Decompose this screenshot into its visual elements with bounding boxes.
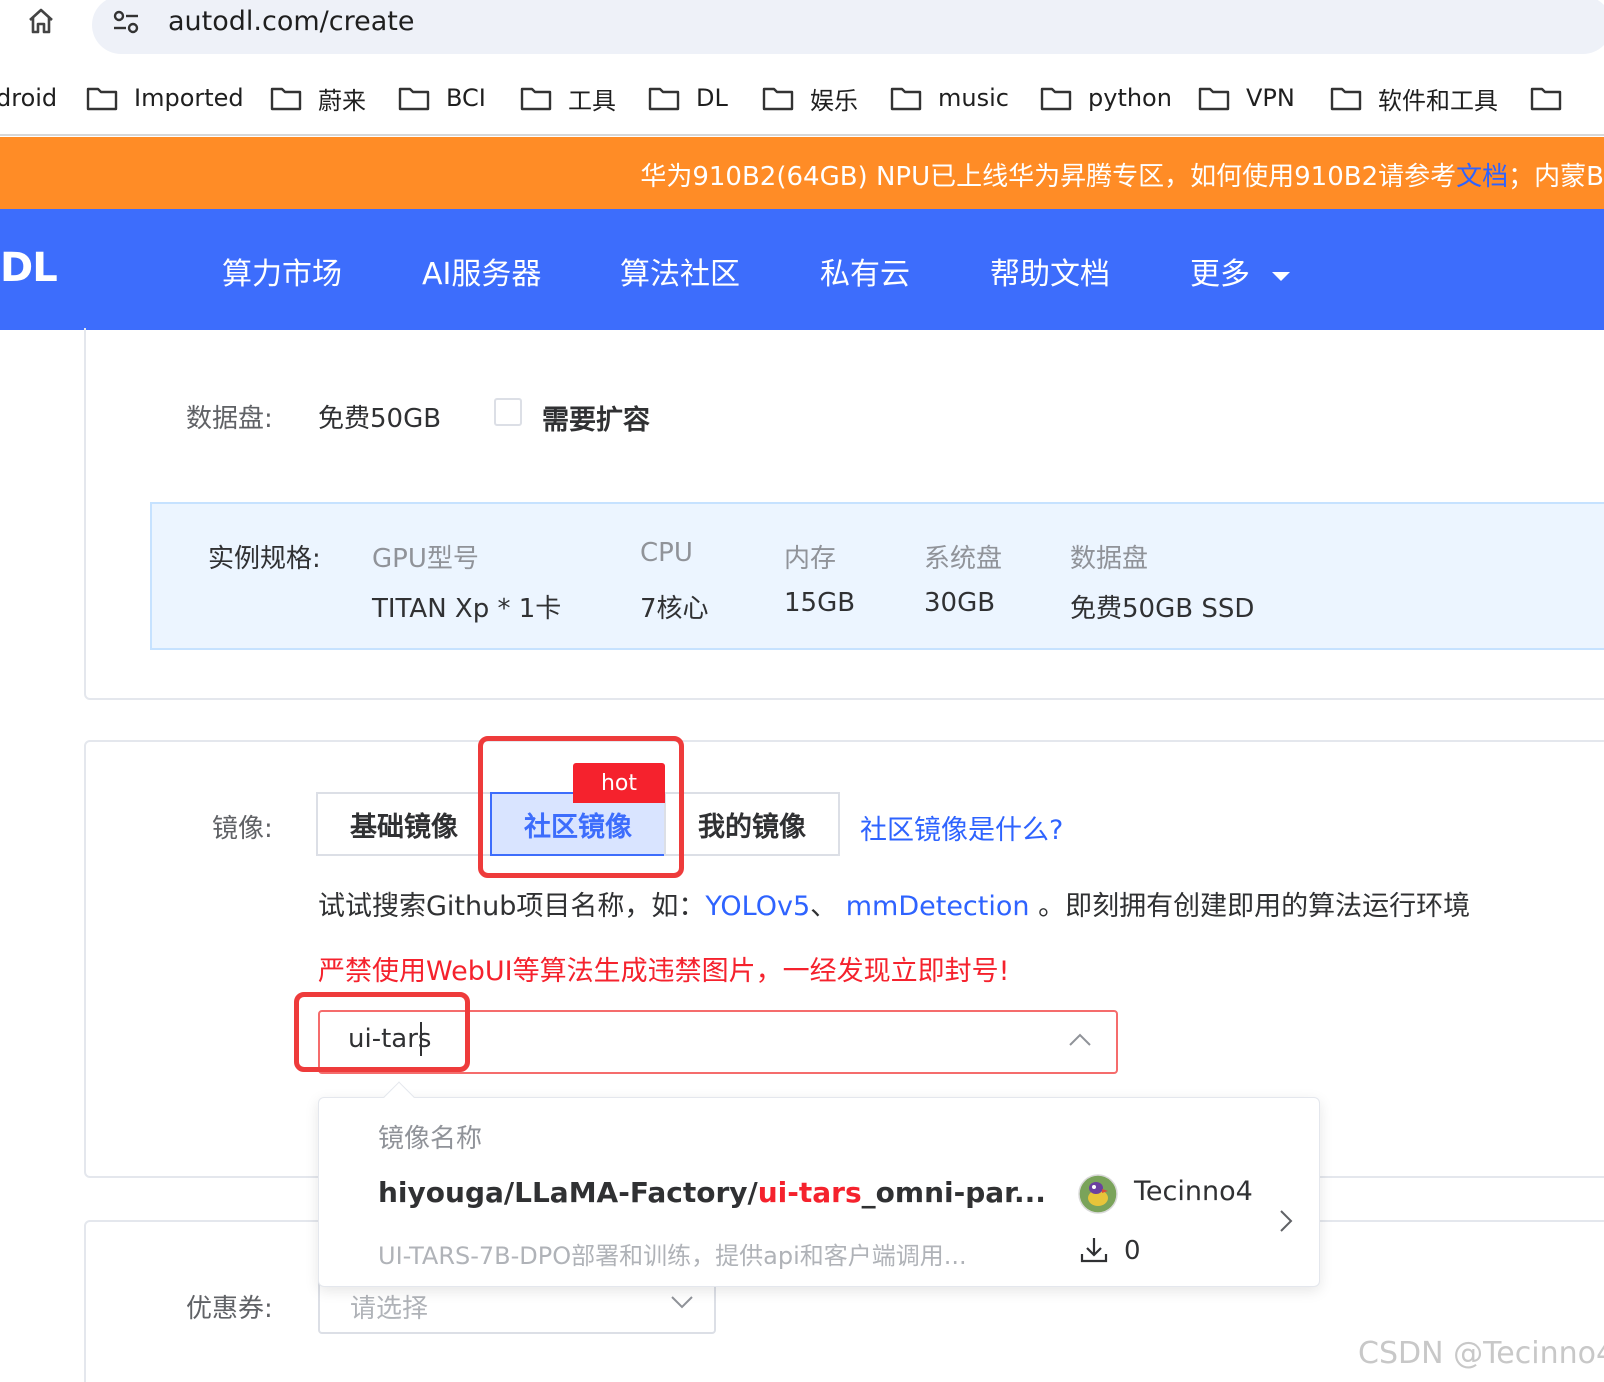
- folder-icon: [762, 87, 794, 111]
- nav-item-help-docs[interactable]: 帮助文档: [990, 249, 1110, 293]
- folder-icon: [398, 87, 430, 111]
- folder-icon: [1530, 87, 1562, 111]
- datadisk-label: 数据盘:: [186, 404, 273, 434]
- instance-spec-box: [150, 502, 1604, 650]
- nav-item-ai-server[interactable]: AI服务器: [422, 249, 541, 293]
- spec-value-memory: 15GB: [784, 588, 856, 618]
- spec-value-data-disk: 免费50GB SSD: [1070, 594, 1255, 624]
- expand-label[interactable]: 需要扩容: [542, 398, 650, 437]
- bookmark-label: python: [1088, 84, 1172, 112]
- bookmark-label: BCI: [446, 84, 486, 112]
- spec-header-gpu: GPU型号: [372, 544, 479, 574]
- home-icon[interactable]: [26, 6, 56, 40]
- main-nav: DL 算力市场 AI服务器 算法社区 私有云 帮助文档 更多: [0, 209, 1604, 330]
- bookmarks-bar: droid Imported 蔚来 BCI 工具 DL 娱乐 music pyt…: [0, 60, 1604, 136]
- spec-value-system-disk: 30GB: [924, 588, 996, 618]
- datadisk-value: 免费50GB: [318, 404, 442, 434]
- bookmark-folder[interactable]: 蔚来: [270, 80, 366, 116]
- mmdetection-link[interactable]: mmDetection: [846, 891, 1030, 922]
- tab-base-image[interactable]: 基础镜像: [316, 792, 492, 856]
- folder-icon: [270, 87, 302, 111]
- bookmark-label: 工具: [568, 86, 616, 115]
- bookmark-folder[interactable]: BCI: [398, 80, 486, 116]
- folder-icon: [86, 87, 118, 111]
- coupon-placeholder[interactable]: 请选择: [350, 1288, 428, 1325]
- spec-value-gpu: TITAN Xp * 1卡: [372, 594, 562, 624]
- spec-label: 实例规格:: [208, 544, 321, 574]
- result-name-highlight: ui-tars: [757, 1176, 862, 1209]
- dropdown-header: 镜像名称: [378, 1124, 483, 1154]
- bookmark-item[interactable]: droid: [0, 80, 57, 116]
- browser-url-bar: autodl.com/create: [0, 0, 1604, 54]
- site-settings-icon[interactable]: [110, 6, 142, 42]
- highlight-frame-community-tab: [478, 736, 684, 878]
- expand-checkbox[interactable]: [494, 398, 522, 426]
- result-name[interactable]: hiyouga/LLaMA-Factory/ui-tars_omni-par..…: [378, 1176, 1046, 1209]
- bookmark-folder[interactable]: DL: [648, 80, 728, 116]
- result-description: UI-TARS-7B-DPO部署和训练，提供api和客户端调用...: [378, 1242, 967, 1270]
- folder-icon: [1330, 87, 1362, 111]
- spec-header-system-disk: 系统盘: [924, 544, 1003, 574]
- spec-header-data-disk: 数据盘: [1070, 544, 1149, 574]
- bookmark-folder[interactable]: 娱乐: [762, 80, 858, 116]
- bookmark-folder[interactable]: python: [1040, 80, 1172, 116]
- bookmark-label: 蔚来: [318, 86, 366, 115]
- coupon-label: 优惠券:: [186, 1294, 273, 1324]
- chevron-down-icon[interactable]: [670, 1294, 694, 1314]
- tab-my-image[interactable]: 我的镜像: [664, 792, 840, 856]
- yolov5-link[interactable]: YOLOv5: [705, 891, 810, 922]
- image-label: 镜像:: [212, 814, 273, 844]
- spec-header-memory: 内存: [784, 544, 837, 574]
- nav-item-algorithm-community[interactable]: 算法社区: [620, 249, 740, 293]
- bookmark-label: music: [938, 84, 1009, 112]
- banner-text: 华为910B2(64GB) NPU已上线华为昇腾专区，如何使用910B2请参考文…: [640, 162, 1604, 192]
- bookmark-folder[interactable]: 工具: [520, 80, 616, 116]
- search-hint: 试试搜索Github项目名称，如：YOLOv5、 mmDetection 。即刻…: [318, 891, 1471, 922]
- chevron-right-icon[interactable]: [1278, 1208, 1294, 1238]
- author-avatar: [1078, 1174, 1118, 1218]
- community-image-help-link[interactable]: 社区镜像是什么?: [860, 808, 1063, 847]
- bookmark-folder[interactable]: VPN: [1198, 80, 1295, 116]
- spec-value-cpu: 7核心: [640, 594, 709, 624]
- bookmark-folder[interactable]: music: [890, 80, 1009, 116]
- bookmark-label: 娱乐: [810, 86, 858, 115]
- logo[interactable]: DL: [0, 245, 58, 291]
- folder-icon: [1040, 87, 1072, 111]
- bookmark-label: VPN: [1246, 84, 1295, 112]
- chevron-up-icon[interactable]: [1068, 1032, 1092, 1052]
- bookmark-folder[interactable]: 软件和工具: [1330, 80, 1498, 116]
- nav-more-label: 更多: [1190, 257, 1250, 292]
- highlight-frame-search: [294, 992, 470, 1072]
- nav-item-more[interactable]: 更多: [1190, 249, 1292, 293]
- nav-item-compute-market[interactable]: 算力市场: [222, 249, 342, 293]
- download-icon: [1078, 1234, 1110, 1270]
- result-author: Tecinno4: [1134, 1176, 1253, 1207]
- watermark: CSDN @Tecinno4: [1358, 1336, 1604, 1371]
- nav-item-private-cloud[interactable]: 私有云: [820, 249, 910, 293]
- usage-warning: 严禁使用WebUI等算法生成违禁图片，一经发现立即封号!: [318, 956, 1010, 987]
- folder-icon: [520, 87, 552, 111]
- folder-icon: [648, 87, 680, 111]
- spec-header-cpu: CPU: [640, 538, 693, 568]
- folder-icon: [890, 87, 922, 111]
- bookmark-folder[interactable]: Imported: [86, 80, 244, 116]
- url-text[interactable]: autodl.com/create: [168, 6, 414, 37]
- result-downloads: 0: [1124, 1236, 1141, 1266]
- bookmark-label: DL: [696, 84, 728, 112]
- banner-doc-link[interactable]: 文档: [1456, 162, 1508, 192]
- bookmark-folder[interactable]: [1530, 80, 1578, 116]
- bookmark-label: droid: [0, 84, 58, 112]
- announcement-banner: 华为910B2(64GB) NPU已上线华为昇腾专区，如何使用910B2请参考文…: [0, 137, 1604, 209]
- bookmark-label: 软件和工具: [1378, 86, 1498, 115]
- folder-icon: [1198, 87, 1230, 111]
- caret-down-icon: [1271, 271, 1290, 281]
- bookmark-label: Imported: [134, 84, 244, 112]
